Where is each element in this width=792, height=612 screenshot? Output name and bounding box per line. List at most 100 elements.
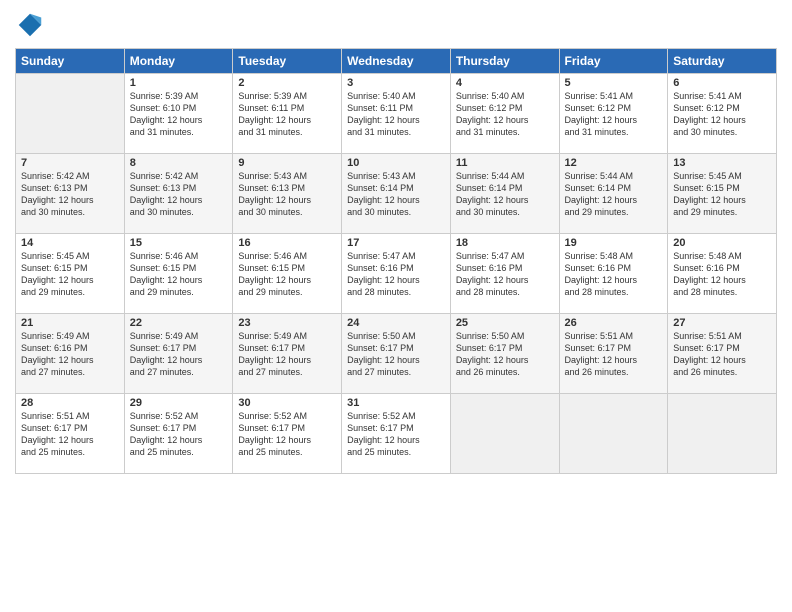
day-cell: 13Sunrise: 5:45 AM Sunset: 6:15 PM Dayli…	[668, 154, 777, 234]
day-cell: 15Sunrise: 5:46 AM Sunset: 6:15 PM Dayli…	[124, 234, 233, 314]
day-info: Sunrise: 5:43 AM Sunset: 6:14 PM Dayligh…	[347, 170, 445, 219]
day-number: 2	[238, 77, 336, 89]
day-cell: 4Sunrise: 5:40 AM Sunset: 6:12 PM Daylig…	[450, 74, 559, 154]
day-cell: 11Sunrise: 5:44 AM Sunset: 6:14 PM Dayli…	[450, 154, 559, 234]
day-number: 20	[673, 237, 771, 249]
day-number: 30	[238, 397, 336, 409]
day-cell	[668, 394, 777, 474]
day-info: Sunrise: 5:51 AM Sunset: 6:17 PM Dayligh…	[673, 330, 771, 379]
day-cell	[16, 74, 125, 154]
day-number: 16	[238, 237, 336, 249]
day-info: Sunrise: 5:39 AM Sunset: 6:11 PM Dayligh…	[238, 90, 336, 139]
col-header-wednesday: Wednesday	[342, 49, 451, 74]
day-info: Sunrise: 5:48 AM Sunset: 6:16 PM Dayligh…	[565, 250, 663, 299]
week-row-4: 21Sunrise: 5:49 AM Sunset: 6:16 PM Dayli…	[16, 314, 777, 394]
week-row-2: 7Sunrise: 5:42 AM Sunset: 6:13 PM Daylig…	[16, 154, 777, 234]
day-cell: 16Sunrise: 5:46 AM Sunset: 6:15 PM Dayli…	[233, 234, 342, 314]
day-number: 26	[565, 317, 663, 329]
day-cell: 30Sunrise: 5:52 AM Sunset: 6:17 PM Dayli…	[233, 394, 342, 474]
day-number: 8	[130, 157, 228, 169]
day-number: 28	[21, 397, 119, 409]
day-cell: 14Sunrise: 5:45 AM Sunset: 6:15 PM Dayli…	[16, 234, 125, 314]
day-number: 5	[565, 77, 663, 89]
day-number: 25	[456, 317, 554, 329]
day-number: 19	[565, 237, 663, 249]
day-number: 27	[673, 317, 771, 329]
day-cell: 28Sunrise: 5:51 AM Sunset: 6:17 PM Dayli…	[16, 394, 125, 474]
day-number: 29	[130, 397, 228, 409]
day-number: 12	[565, 157, 663, 169]
day-cell: 10Sunrise: 5:43 AM Sunset: 6:14 PM Dayli…	[342, 154, 451, 234]
day-info: Sunrise: 5:44 AM Sunset: 6:14 PM Dayligh…	[456, 170, 554, 219]
day-info: Sunrise: 5:45 AM Sunset: 6:15 PM Dayligh…	[673, 170, 771, 219]
day-info: Sunrise: 5:52 AM Sunset: 6:17 PM Dayligh…	[238, 410, 336, 459]
day-info: Sunrise: 5:50 AM Sunset: 6:17 PM Dayligh…	[456, 330, 554, 379]
day-info: Sunrise: 5:52 AM Sunset: 6:17 PM Dayligh…	[347, 410, 445, 459]
day-info: Sunrise: 5:46 AM Sunset: 6:15 PM Dayligh…	[130, 250, 228, 299]
day-cell: 22Sunrise: 5:49 AM Sunset: 6:17 PM Dayli…	[124, 314, 233, 394]
day-cell	[450, 394, 559, 474]
day-cell: 20Sunrise: 5:48 AM Sunset: 6:16 PM Dayli…	[668, 234, 777, 314]
day-cell: 23Sunrise: 5:49 AM Sunset: 6:17 PM Dayli…	[233, 314, 342, 394]
col-header-saturday: Saturday	[668, 49, 777, 74]
day-info: Sunrise: 5:49 AM Sunset: 6:17 PM Dayligh…	[130, 330, 228, 379]
logo	[15, 10, 49, 40]
col-header-tuesday: Tuesday	[233, 49, 342, 74]
day-info: Sunrise: 5:41 AM Sunset: 6:12 PM Dayligh…	[565, 90, 663, 139]
day-info: Sunrise: 5:42 AM Sunset: 6:13 PM Dayligh…	[130, 170, 228, 219]
day-number: 21	[21, 317, 119, 329]
day-info: Sunrise: 5:42 AM Sunset: 6:13 PM Dayligh…	[21, 170, 119, 219]
day-info: Sunrise: 5:41 AM Sunset: 6:12 PM Dayligh…	[673, 90, 771, 139]
day-number: 9	[238, 157, 336, 169]
day-number: 23	[238, 317, 336, 329]
day-number: 7	[21, 157, 119, 169]
day-info: Sunrise: 5:48 AM Sunset: 6:16 PM Dayligh…	[673, 250, 771, 299]
header-row: SundayMondayTuesdayWednesdayThursdayFrid…	[16, 49, 777, 74]
col-header-sunday: Sunday	[16, 49, 125, 74]
day-number: 4	[456, 77, 554, 89]
day-number: 11	[456, 157, 554, 169]
day-cell: 8Sunrise: 5:42 AM Sunset: 6:13 PM Daylig…	[124, 154, 233, 234]
day-number: 14	[21, 237, 119, 249]
day-cell: 27Sunrise: 5:51 AM Sunset: 6:17 PM Dayli…	[668, 314, 777, 394]
week-row-1: 1Sunrise: 5:39 AM Sunset: 6:10 PM Daylig…	[16, 74, 777, 154]
calendar-table: SundayMondayTuesdayWednesdayThursdayFrid…	[15, 48, 777, 474]
day-info: Sunrise: 5:47 AM Sunset: 6:16 PM Dayligh…	[456, 250, 554, 299]
day-info: Sunrise: 5:40 AM Sunset: 6:12 PM Dayligh…	[456, 90, 554, 139]
day-info: Sunrise: 5:51 AM Sunset: 6:17 PM Dayligh…	[21, 410, 119, 459]
col-header-friday: Friday	[559, 49, 668, 74]
day-cell: 21Sunrise: 5:49 AM Sunset: 6:16 PM Dayli…	[16, 314, 125, 394]
day-cell: 7Sunrise: 5:42 AM Sunset: 6:13 PM Daylig…	[16, 154, 125, 234]
day-cell: 1Sunrise: 5:39 AM Sunset: 6:10 PM Daylig…	[124, 74, 233, 154]
day-number: 13	[673, 157, 771, 169]
day-info: Sunrise: 5:40 AM Sunset: 6:11 PM Dayligh…	[347, 90, 445, 139]
col-header-monday: Monday	[124, 49, 233, 74]
day-cell: 2Sunrise: 5:39 AM Sunset: 6:11 PM Daylig…	[233, 74, 342, 154]
day-info: Sunrise: 5:50 AM Sunset: 6:17 PM Dayligh…	[347, 330, 445, 379]
header	[15, 10, 777, 40]
day-cell: 5Sunrise: 5:41 AM Sunset: 6:12 PM Daylig…	[559, 74, 668, 154]
day-number: 31	[347, 397, 445, 409]
day-info: Sunrise: 5:52 AM Sunset: 6:17 PM Dayligh…	[130, 410, 228, 459]
day-cell: 17Sunrise: 5:47 AM Sunset: 6:16 PM Dayli…	[342, 234, 451, 314]
day-info: Sunrise: 5:51 AM Sunset: 6:17 PM Dayligh…	[565, 330, 663, 379]
day-number: 3	[347, 77, 445, 89]
day-number: 15	[130, 237, 228, 249]
day-cell: 6Sunrise: 5:41 AM Sunset: 6:12 PM Daylig…	[668, 74, 777, 154]
day-info: Sunrise: 5:49 AM Sunset: 6:16 PM Dayligh…	[21, 330, 119, 379]
day-cell: 25Sunrise: 5:50 AM Sunset: 6:17 PM Dayli…	[450, 314, 559, 394]
day-cell: 3Sunrise: 5:40 AM Sunset: 6:11 PM Daylig…	[342, 74, 451, 154]
week-row-3: 14Sunrise: 5:45 AM Sunset: 6:15 PM Dayli…	[16, 234, 777, 314]
day-info: Sunrise: 5:47 AM Sunset: 6:16 PM Dayligh…	[347, 250, 445, 299]
day-info: Sunrise: 5:43 AM Sunset: 6:13 PM Dayligh…	[238, 170, 336, 219]
logo-icon	[15, 10, 45, 40]
day-cell	[559, 394, 668, 474]
day-cell: 19Sunrise: 5:48 AM Sunset: 6:16 PM Dayli…	[559, 234, 668, 314]
day-number: 22	[130, 317, 228, 329]
day-number: 10	[347, 157, 445, 169]
day-cell: 31Sunrise: 5:52 AM Sunset: 6:17 PM Dayli…	[342, 394, 451, 474]
day-info: Sunrise: 5:49 AM Sunset: 6:17 PM Dayligh…	[238, 330, 336, 379]
page: SundayMondayTuesdayWednesdayThursdayFrid…	[0, 0, 792, 612]
day-number: 17	[347, 237, 445, 249]
day-cell: 24Sunrise: 5:50 AM Sunset: 6:17 PM Dayli…	[342, 314, 451, 394]
